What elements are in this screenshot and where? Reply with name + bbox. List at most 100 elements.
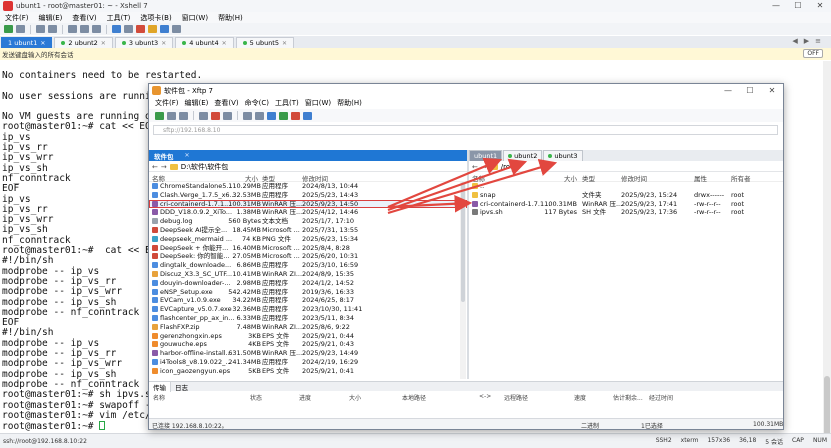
file-row[interactable]: DeepSeek AI提示全... 18.45MB Microsoft ... 202…: [149, 226, 467, 235]
tab-ubunt3[interactable]: 3 ubunt3 ✕: [114, 37, 174, 48]
close-icon[interactable]: ✕: [761, 84, 783, 97]
menu-help[interactable]: 帮助(H): [213, 13, 248, 23]
open-icon[interactable]: [16, 25, 25, 33]
minimize-icon[interactable]: —: [717, 84, 739, 97]
file-row[interactable]: EVCam_v1.0.9.exe 34.22MB 应用程序 2024/6/25, 8:…: [149, 296, 467, 305]
tab-ubunt2[interactable]: 2 ubunt2 ✕: [54, 37, 113, 48]
connect-icon[interactable]: [36, 25, 45, 33]
globe-icon[interactable]: [112, 25, 121, 33]
tab-close-icon[interactable]: ✕: [161, 40, 166, 47]
menu-file[interactable]: 文件(F): [0, 13, 34, 23]
file-row[interactable]: Clash.Verge_1.7.5_x6... 32.53MB 应用程序 2025/5…: [149, 191, 467, 200]
tab-ubunt4[interactable]: 4 ubunt4 ✕: [175, 37, 234, 48]
address-bar[interactable]: sftp://192.168.8.10: [153, 125, 778, 135]
file-row[interactable]: ChromeStandalone5... 110.29MB 应用程序 2024/8/1…: [149, 182, 467, 191]
col-status[interactable]: 状态: [250, 393, 262, 402]
file-row[interactable]: DDD_V18.0.9.2_XiTo... 1.38MB WinRAR 压... 20…: [149, 208, 467, 217]
back-icon[interactable]: ←: [472, 163, 478, 171]
menu-view[interactable]: 查看(V): [67, 13, 101, 23]
delete-icon[interactable]: [211, 111, 220, 120]
remote-path[interactable]: /root: [501, 163, 517, 171]
menu-help[interactable]: 帮助(H): [334, 98, 365, 108]
menu-edit[interactable]: 编辑(E): [34, 13, 68, 23]
col-direction[interactable]: <->: [479, 393, 491, 400]
menu-tools[interactable]: 工具(T): [102, 13, 136, 23]
sync-icon[interactable]: [279, 111, 288, 120]
maximize-icon[interactable]: ☐: [739, 84, 761, 97]
disconnect-icon[interactable]: [48, 25, 57, 33]
menu-view[interactable]: 查看(V): [211, 98, 241, 108]
menu-edit[interactable]: 编辑(E): [182, 98, 212, 108]
xftp-icon[interactable]: [136, 25, 145, 33]
maximize-icon[interactable]: ☐: [787, 0, 809, 12]
col-name[interactable]: 名称: [153, 393, 165, 402]
col-local-path[interactable]: 本地路径: [402, 393, 426, 402]
tab-close-icon[interactable]: ✕: [222, 40, 227, 47]
file-row[interactable]: DeepSeek + 你能开... 16.40MB Microsoft ... 202…: [149, 244, 467, 253]
tab-menu-icon[interactable]: ≡: [815, 37, 821, 45]
file-row[interactable]: gerenzhongxin.eps 3KB EPS 文件 2025/9/21, 0:4…: [149, 332, 467, 341]
new-session-icon[interactable]: [155, 111, 164, 120]
tab-prev-icon[interactable]: ◀: [792, 37, 797, 45]
file-row[interactable]: FlashFXP.zip 7.48MB WinRAR ZI... 2025/8/6, …: [149, 323, 467, 332]
col-remote-path[interactable]: 远程路径: [504, 393, 528, 402]
file-row[interactable]: eNSP_Setup.exe 542.42MB 应用程序 2019/3/6, 16:3…: [149, 288, 467, 297]
remote-file-row[interactable]: snap 文件夹 2025/9/23, 15:24 drwx------ root: [469, 191, 783, 200]
file-row[interactable]: i4Tools8_v8.19.022_... 241.34MB 应用程序 2024/2…: [149, 358, 467, 367]
tab-remote-ubunt1[interactable]: ubunt1: [469, 150, 503, 161]
menu-command[interactable]: 命令(C): [242, 98, 272, 108]
back-icon[interactable]: ←: [152, 163, 158, 171]
tab-close-icon[interactable]: ✕: [282, 40, 287, 47]
col-elapsed[interactable]: 经过时间: [649, 393, 673, 402]
tab-local-packages[interactable]: 软件包: [149, 150, 179, 161]
tab-close-icon[interactable]: ✕: [185, 152, 190, 159]
find-icon[interactable]: [92, 25, 101, 33]
tab-transfers[interactable]: 传输: [149, 381, 171, 392]
minimize-icon[interactable]: —: [765, 0, 787, 12]
download-icon[interactable]: [255, 111, 264, 120]
open-icon[interactable]: [167, 111, 176, 120]
file-row[interactable]: flashcenter_pp_ax_in... 6.33MB 应用程序 2023/5/…: [149, 314, 467, 323]
file-row[interactable]: icon_gaozengyun.eps 5KB EPS 文件 2025/9/21, 0…: [149, 367, 467, 376]
tab-close-icon[interactable]: ✕: [101, 40, 106, 47]
menu-window[interactable]: 窗口(W): [302, 98, 334, 108]
help-icon[interactable]: [303, 111, 312, 120]
tab-log[interactable]: 日志: [171, 382, 192, 392]
tab-ubunt1[interactable]: 1 ubunt1 ✕: [1, 37, 53, 48]
menu-window[interactable]: 窗口(W): [177, 13, 213, 23]
tab-remote-ubunt3[interactable]: ubunt3: [543, 150, 583, 161]
connect-icon[interactable]: [179, 111, 188, 120]
copy-icon[interactable]: [68, 25, 77, 33]
tab-next-icon[interactable]: ▶: [804, 37, 809, 45]
file-row[interactable]: DeepSeek: 你的智能... 27.05MB Microsoft ... 202…: [149, 252, 467, 261]
forward-icon[interactable]: →: [161, 163, 167, 171]
lock-icon[interactable]: [148, 25, 157, 33]
col-speed[interactable]: 速度: [574, 393, 586, 402]
send-all-toggle[interactable]: OFF: [803, 49, 823, 58]
remote-file-row[interactable]: cri-containerd-1.7.1... 100.31MB WinRAR 压.…: [469, 200, 783, 209]
xshell-icon[interactable]: [291, 111, 300, 120]
file-row[interactable]: EVCapture_v5.0.7.exe 32.36MB 应用程序 2023/10/3…: [149, 305, 467, 314]
col-progress[interactable]: 进度: [299, 393, 311, 402]
tab-remote-ubunt2[interactable]: ubunt2: [503, 150, 543, 161]
menu-tabs[interactable]: 选项卡(B): [135, 13, 176, 23]
file-row[interactable]: gouwuche.eps 4KB EPS 文件 2025/9/21, 0:43: [149, 340, 467, 349]
new-session-icon[interactable]: [4, 25, 13, 33]
tab-ubunt5[interactable]: 5 ubunt5 ✕: [235, 37, 295, 48]
forward-icon[interactable]: →: [481, 163, 487, 171]
menu-tools[interactable]: 工具(T): [272, 98, 302, 108]
paste-icon[interactable]: [80, 25, 89, 33]
selected-file-row[interactable]: cri-containerd-1.7.1... 100.31MB WinRAR 压.…: [149, 199, 467, 209]
col-eta[interactable]: 估计剩余...: [613, 393, 643, 402]
remote-file-row[interactable]: ipvs.sh 117 Bytes SH 文件 2025/9/23, 17:36 -rw…: [469, 208, 783, 217]
file-row[interactable]: Discuz_X3.3_SC_UTF... 10.41MB WinRAR ZI...…: [149, 270, 467, 279]
col-size[interactable]: 大小: [349, 393, 361, 402]
file-row[interactable]: debug.log 560 Bytes 文本文档 2025/1/7, 17:10: [149, 217, 467, 226]
copy-icon[interactable]: [199, 111, 208, 120]
file-row[interactable]: douyin-downloader-... 2.98MB 应用程序 2024/1/2,…: [149, 279, 467, 288]
file-row[interactable]: harbor-offline-install... 631.50MB WinRAR …: [149, 349, 467, 358]
help-icon[interactable]: [172, 25, 181, 33]
close-icon[interactable]: ✕: [809, 0, 831, 12]
upload-icon[interactable]: [243, 111, 252, 120]
local-list-scrollbar[interactable]: [460, 182, 466, 379]
